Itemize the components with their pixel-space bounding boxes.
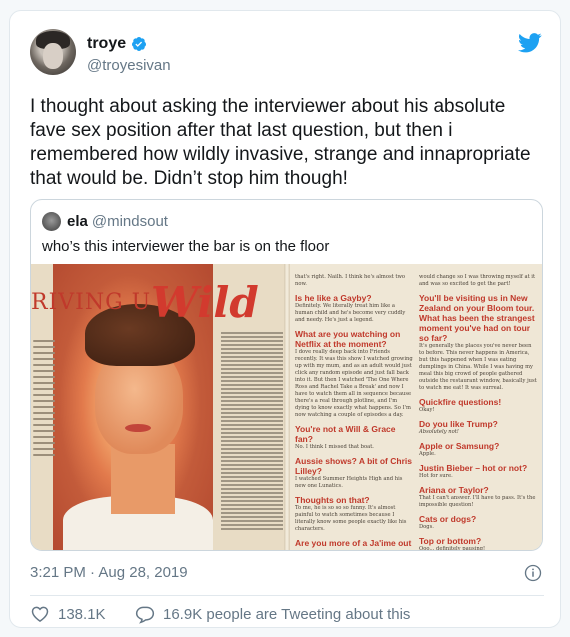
quoted-author-name: ela xyxy=(67,213,88,230)
magazine-headline-small: RIVING U xyxy=(31,290,152,315)
portrait-neck xyxy=(111,444,175,514)
like-count: 138.1K xyxy=(58,605,106,623)
interview-answer: Definitely. We literally treat him like … xyxy=(295,303,406,323)
article-text: would change so I was throwing myself at… xyxy=(419,274,536,287)
interview-answer: Ooo... definitely pausing! xyxy=(419,546,486,551)
interview-question: Apple or Samsung? xyxy=(419,441,500,451)
interview-question: Ariana or Taylor? xyxy=(419,485,489,495)
author-avatar[interactable] xyxy=(30,29,76,75)
speech-bubble-icon xyxy=(135,606,155,624)
magazine-left-column xyxy=(33,340,55,460)
interview-question: Do you like Trump? xyxy=(419,419,498,429)
magazine-right-column-1: that's right. Nailh. I think he's almost… xyxy=(295,274,413,548)
people-tweeting-text: 16.9K people are Tweeting about this xyxy=(163,605,411,623)
author-handle[interactable]: @troyesivan xyxy=(87,57,171,74)
interview-answer: I dove really deep back into Friends rec… xyxy=(295,349,413,418)
magazine-right-page: that's right. Nailh. I think he's almost… xyxy=(287,264,542,551)
magazine-spine xyxy=(284,264,290,550)
quoted-author-handle: @mindsout xyxy=(91,213,168,230)
interview-question: You're not a Will & Grace fan? xyxy=(295,424,396,444)
quoted-tweet-text: who’s this interviewer the bar is on the… xyxy=(42,238,330,255)
portrait-lips xyxy=(125,424,151,432)
interview-answer: It's generally the places you've never b… xyxy=(419,343,537,391)
interview-answer: That I can't answer. I'll have to pass. … xyxy=(419,495,536,508)
verified-badge-icon xyxy=(132,37,147,51)
interview-question: Is he like a Gayby? xyxy=(295,293,372,303)
info-icon[interactable] xyxy=(524,564,542,582)
interview-question: Top or bottom? xyxy=(419,536,482,546)
like-button[interactable]: 138.1K xyxy=(30,604,106,624)
interview-answer: Okay! xyxy=(419,407,435,413)
interview-answer: Hot for sure. xyxy=(419,473,453,479)
interview-question: Quickfire questions! xyxy=(419,397,502,407)
tweet-text: I thought about asking the interviewer a… xyxy=(30,96,531,189)
interview-answer: Absolutely not! xyxy=(419,429,459,435)
interview-question: What are you watching on Netflix at the … xyxy=(295,329,401,349)
tweet-timestamp[interactable]: 3:21 PM · Aug 28, 2019 xyxy=(30,564,188,581)
magazine-right-column-2: would change so I was throwing myself at… xyxy=(419,274,537,551)
article-text: that's right. Nailh. I think he's almost… xyxy=(295,274,406,287)
author-name-row[interactable]: troye xyxy=(87,35,147,53)
divider xyxy=(30,595,544,596)
interview-answer: Dogs. xyxy=(419,524,434,530)
author-name[interactable]: troye xyxy=(87,35,126,53)
people-tweeting-link[interactable]: 16.9K people are Tweeting about this xyxy=(135,604,410,624)
magazine-qa-column xyxy=(221,332,283,532)
quoted-tweet[interactable]: ela @mindsout who’s this interviewer the … xyxy=(30,199,543,551)
heart-icon xyxy=(31,606,49,622)
interview-answer: No. I think I missed that boat. xyxy=(295,444,374,450)
avatar-face xyxy=(43,43,63,69)
tweet-card: troye @troyesivan I thought about asking… xyxy=(9,10,561,628)
interview-question: Are you more of a Ja'ime out xyxy=(295,538,412,548)
twitter-logo-icon[interactable] xyxy=(518,33,542,53)
interview-question: Justin Bieber – hot or not? xyxy=(419,463,528,473)
interview-answer: I watched Summer Heights High and his ne… xyxy=(295,476,403,489)
interview-answer: Apple. xyxy=(419,451,436,457)
interview-answer: To me, he is so so so funny. It's almost… xyxy=(295,505,407,532)
interview-question: Aussie shows? A bit of Chris Lilley? xyxy=(295,456,412,476)
interview-question: You'll be visiting us in New Zealand on … xyxy=(419,293,535,343)
quoted-author-row: ela @mindsout xyxy=(67,213,168,230)
interview-question: Cats or dogs? xyxy=(419,514,477,524)
interview-question: Thoughts on that? xyxy=(295,495,370,505)
quoted-media-image[interactable]: RIVING U Wild that's right. Nailh. I thi… xyxy=(31,264,542,551)
quoted-author-avatar xyxy=(42,212,61,231)
magazine-headline-big: Wild xyxy=(151,278,259,327)
magazine-left-page: RIVING U Wild xyxy=(31,264,286,550)
